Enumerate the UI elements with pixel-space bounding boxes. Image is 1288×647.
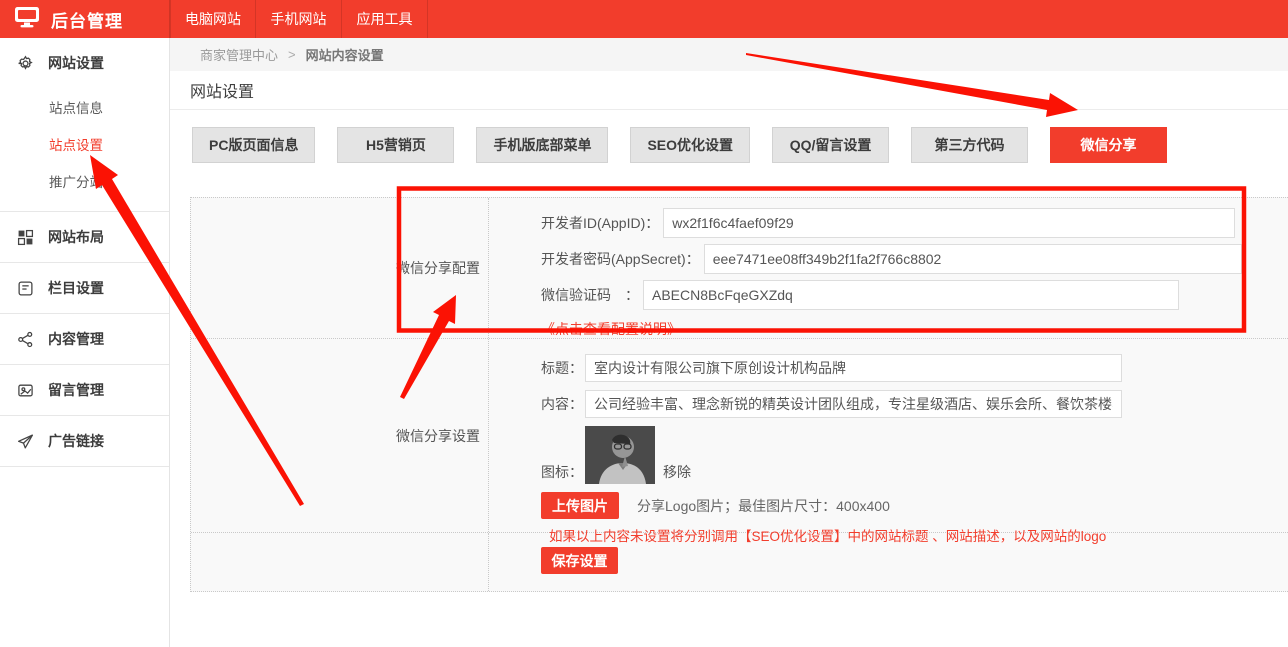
config-help-link[interactable]: 《点击查看配置说明》 xyxy=(541,319,681,339)
settings-tabs: PC版页面信息 H5营销页 手机版底部菜单 SEO优化设置 QQ/留言设置 第三… xyxy=(192,127,1288,163)
sidebar-item-site-settings[interactable]: 网站设置 xyxy=(0,38,169,88)
upload-hint: 分享Logo图片；最佳图片尺寸：400x400 xyxy=(637,496,890,516)
sidebar-item-label: 留言管理 xyxy=(48,380,104,400)
titlebar: 网站设置 xyxy=(170,71,1288,110)
sidebar: 网站设置 站点信息 站点设置 推广分站 网站布局 xyxy=(0,38,170,647)
tab-third-party-code[interactable]: 第三方代码 xyxy=(911,127,1028,163)
monitor-icon xyxy=(14,6,40,33)
gear-icon xyxy=(17,55,34,72)
sidebar-subitem-site-info[interactable]: 站点信息 xyxy=(0,90,169,127)
tab-h5-marketing[interactable]: H5营销页 xyxy=(337,127,454,163)
share-title-input[interactable] xyxy=(585,354,1122,382)
share-icon-label: 图标： xyxy=(541,462,583,482)
sidebar-item-content-management[interactable]: 内容管理 xyxy=(0,314,169,364)
picture-icon xyxy=(17,382,34,399)
remove-image-link[interactable]: 移除 xyxy=(663,462,691,482)
row-label: 微信分享设置 xyxy=(191,339,489,532)
breadcrumb-current: 网站内容设置 xyxy=(306,45,384,64)
columns-icon xyxy=(17,280,34,297)
share-logo-image xyxy=(585,426,655,484)
sidebar-item-label: 网站布局 xyxy=(48,227,104,247)
upload-image-button[interactable]: 上传图片 xyxy=(541,492,619,519)
app-logo: 后台管理 xyxy=(0,0,170,38)
sidebar-item-label: 栏目设置 xyxy=(48,278,104,298)
breadcrumb-parent[interactable]: 商家管理中心 xyxy=(200,45,278,64)
sidebar-item-label: 网站设置 xyxy=(48,53,104,73)
tab-seo-settings[interactable]: SEO优化设置 xyxy=(630,127,750,163)
top-nav: 电脑网站 手机网站 应用工具 xyxy=(170,0,428,38)
sidebar-item-ad-links[interactable]: 广告链接 xyxy=(0,416,169,466)
appid-input[interactable] xyxy=(663,208,1235,238)
sidebar-item-message-management[interactable]: 留言管理 xyxy=(0,365,169,415)
appid-label: 开发者ID(AppID)： xyxy=(541,213,659,233)
save-row: 保存设置 xyxy=(191,533,1288,591)
topbar: 后台管理 电脑网站 手机网站 应用工具 xyxy=(0,0,1288,38)
save-settings-button[interactable]: 保存设置 xyxy=(541,547,618,574)
row-label: 微信分享配置 xyxy=(191,198,489,338)
settings-table: 微信分享配置 开发者ID(AppID)： 开发者密码(AppSecret)： 微… xyxy=(190,197,1288,592)
sidebar-subitem-site-setup[interactable]: 站点设置 xyxy=(0,127,169,164)
appsecret-label: 开发者密码(AppSecret)： xyxy=(541,249,700,269)
top-nav-app-tools[interactable]: 应用工具 xyxy=(342,0,428,38)
wechat-code-label: 微信验证码 ： xyxy=(541,285,639,305)
tab-wechat-share[interactable]: 微信分享 xyxy=(1050,127,1167,163)
share-content-input[interactable] xyxy=(585,390,1122,418)
grid-icon xyxy=(17,229,34,246)
wechat-share-row: 微信分享设置 标题： 内容： 图标： xyxy=(191,339,1288,533)
paper-plane-icon xyxy=(17,433,34,450)
sidebar-item-label: 内容管理 xyxy=(48,329,104,349)
tab-qq-message[interactable]: QQ/留言设置 xyxy=(772,127,889,163)
sidebar-item-site-layout[interactable]: 网站布局 xyxy=(0,212,169,262)
top-nav-pc-site[interactable]: 电脑网站 xyxy=(170,0,256,38)
sidebar-subitem-promo-branch[interactable]: 推广分站 xyxy=(0,164,169,201)
sidebar-item-label: 广告链接 xyxy=(48,431,104,451)
share-title-label: 标题： xyxy=(541,358,583,378)
wechat-config-row: 微信分享配置 开发者ID(AppID)： 开发者密码(AppSecret)： 微… xyxy=(191,198,1288,339)
breadcrumb-separator: > xyxy=(288,47,296,62)
top-nav-mobile-site[interactable]: 手机网站 xyxy=(256,0,342,38)
share-content-label: 内容： xyxy=(541,394,583,414)
sidebar-item-column-settings[interactable]: 栏目设置 xyxy=(0,263,169,313)
tab-pc-page-info[interactable]: PC版页面信息 xyxy=(192,127,315,163)
tab-mobile-bottom-menu[interactable]: 手机版底部菜单 xyxy=(476,127,608,163)
page-title: 网站设置 xyxy=(190,78,254,102)
app-title: 后台管理 xyxy=(51,7,123,32)
breadcrumb: 商家管理中心 > 网站内容设置 xyxy=(170,38,1288,71)
wechat-code-input[interactable] xyxy=(643,280,1179,310)
share-icon xyxy=(17,331,34,348)
appsecret-input[interactable] xyxy=(704,244,1242,274)
